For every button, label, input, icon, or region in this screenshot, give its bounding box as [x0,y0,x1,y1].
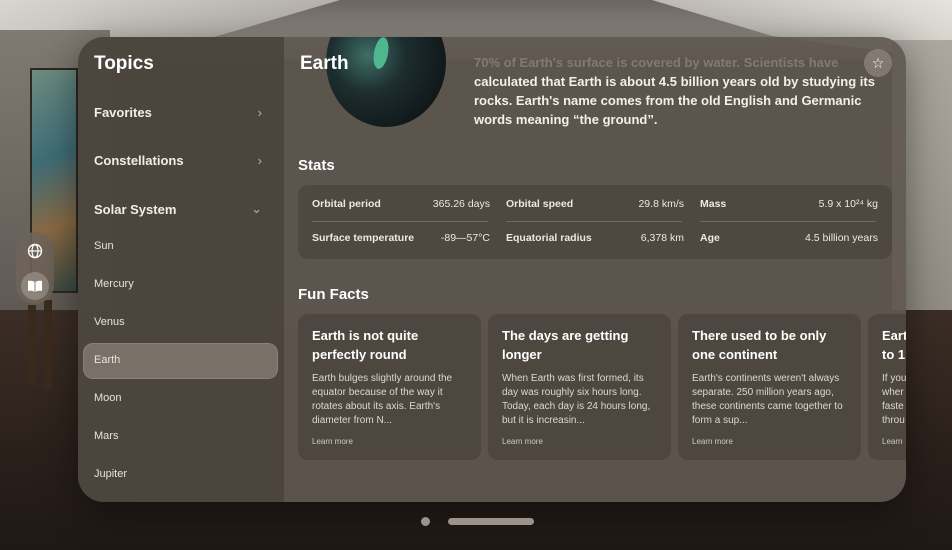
favorite-button[interactable]: ☆ [864,49,892,77]
sidebar-item-moon[interactable]: Moon [94,392,122,404]
stat-age: Age 4.5 billion years [700,232,878,244]
stat-value: 6,378 km [640,232,684,244]
sidebar: Topics Favorites › Constellations › Sola… [78,37,284,502]
stat-value: -89—57°C [440,232,490,244]
description-faded: 70% of Earth's surface is covered by wat… [474,55,839,70]
stat-label: Mass [700,198,727,210]
description-text: calculated that Earth is about 4.5 billi… [474,74,875,127]
fact-card[interactable]: Earth is not quite perfectly round Earth… [298,314,481,460]
fact-title: Eart to 1 [882,328,906,362]
star-icon: ☆ [871,54,885,71]
stat-orbital-speed: Orbital speed 29.8 km/s [506,198,684,210]
learn-more-link[interactable]: Learn more [502,437,543,446]
fact-body: If you wher faste throu [882,373,906,426]
sidebar-item-venus[interactable]: Venus [94,316,125,328]
fact-title: The days are getting longer [502,328,629,362]
sidebar-item-label: Constellations [94,152,184,168]
earth-continent [371,37,391,70]
fact-title: There used to be only one continent [692,328,827,362]
page-title: Earth [300,53,349,74]
learn-more-link[interactable]: Learn more [312,437,353,446]
fact-title: Earth is not quite perfectly round [312,328,419,362]
chevron-right-icon: › [257,152,262,168]
stats-panel: Orbital period 365.26 days Orbital speed… [298,185,892,259]
divider [700,221,876,222]
sidebar-item-sun[interactable]: Sun [94,240,114,252]
divider [506,221,682,222]
stat-value: 29.8 km/s [638,198,684,210]
app-window: Topics Favorites › Constellations › Sola… [78,37,906,502]
fact-card[interactable]: The days are getting longer When Earth w… [488,314,671,460]
stat-surface-temperature: Surface temperature -89—57°C [312,232,490,244]
stat-value: 4.5 billion years [805,232,878,244]
stat-value: 5.9 x 10²⁴ kg [818,198,878,210]
stat-mass: Mass 5.9 x 10²⁴ kg [700,198,878,210]
sidebar-item-label: Favorites [94,104,152,120]
sidebar-item-constellations[interactable]: Constellations › [94,149,262,171]
sidebar-item-mercury[interactable]: Mercury [94,278,134,290]
chevron-down-icon: ⌄ [251,201,262,216]
side-ornament [16,232,54,304]
plinth [28,305,36,385]
fact-card[interactable]: Eart to 1 If you wher faste throu Learn [868,314,906,460]
sidebar-item-earth[interactable]: Earth [94,354,120,366]
window-grab-bar[interactable] [448,518,534,525]
stat-label: Equatorial radius [506,232,592,244]
fact-body: When Earth was first formed, its day was… [502,373,651,426]
sidebar-item-jupiter[interactable]: Jupiter [94,468,127,480]
fact-body: Earth's continents weren't always separa… [692,373,843,426]
stat-orbital-period: Orbital period 365.26 days [312,198,490,210]
sidebar-item-solar-system[interactable]: Solar System ⌄ [94,198,262,220]
learn-more-link[interactable]: Learn more [692,437,733,446]
fact-card[interactable]: There used to be only one continent Eart… [678,314,861,460]
sidebar-item-label: Solar System [94,201,177,217]
earth-image [326,37,446,127]
sidebar-title: Topics [94,53,154,74]
stat-label: Surface temperature [312,232,415,244]
stat-label: Age [700,232,720,244]
fact-body: Earth bulges slightly around the equator… [312,373,453,426]
sidebar-item-mars[interactable]: Mars [94,430,118,442]
chevron-right-icon: › [257,104,262,120]
stat-value: 365.26 days [432,198,490,210]
learn-more-link[interactable]: Learn [882,437,902,446]
stats-title: Stats [298,157,335,174]
stat-label: Orbital period [312,198,381,210]
window-close-dot[interactable] [421,517,430,526]
stat-label: Orbital speed [506,198,574,210]
stat-equatorial-radius: Equatorial radius 6,378 km [506,232,684,244]
description: 70% of Earth's surface is covered by wat… [474,53,894,129]
main-content: Earth 70% of Earth's surface is covered … [284,37,906,502]
book-icon[interactable] [21,272,49,300]
divider [312,221,488,222]
plinth [44,300,52,390]
globe-icon[interactable] [21,237,49,265]
sidebar-item-favorites[interactable]: Favorites › [94,101,262,123]
fun-facts-title: Fun Facts [298,286,369,303]
